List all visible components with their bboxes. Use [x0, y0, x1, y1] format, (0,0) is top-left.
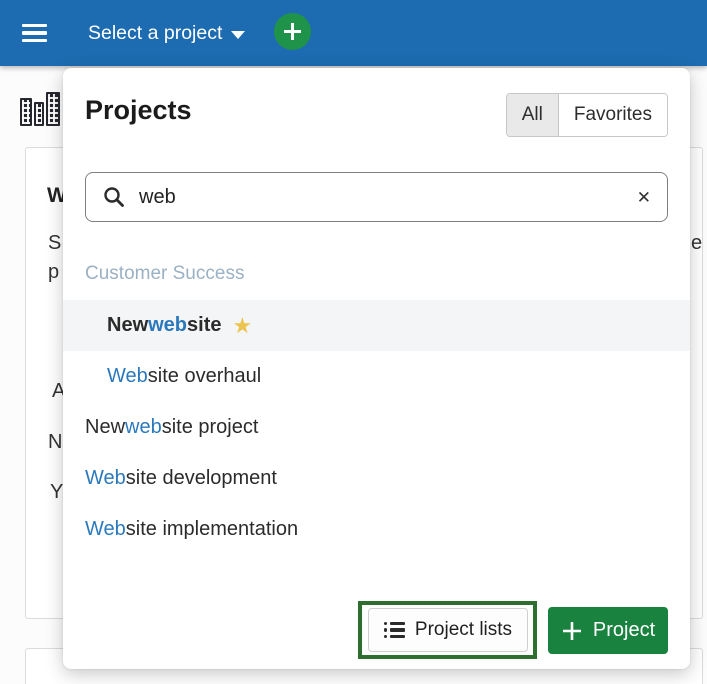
add-button[interactable]: [274, 13, 311, 50]
filter-segmented-control: All Favorites: [506, 93, 668, 137]
list-icon: [384, 622, 405, 639]
background-text-fragment: S: [48, 232, 61, 255]
project-name-post: site development: [126, 467, 277, 490]
project-name-pre: New: [107, 314, 148, 337]
top-navigation-bar: Select a project: [0, 0, 707, 66]
background-text-fragment: N: [48, 431, 62, 454]
project-name-post: site overhaul: [148, 365, 261, 388]
project-name-match: web: [148, 314, 187, 337]
background-text-fragment: e: [691, 232, 702, 255]
project-name-match: Web: [85, 518, 126, 541]
panel-title: Projects: [85, 95, 192, 126]
project-selector-label: Select a project: [88, 22, 222, 45]
background-text-fragment: Y: [50, 481, 63, 504]
new-project-label: Project: [593, 619, 655, 642]
project-list-item[interactable]: Website development: [63, 453, 690, 504]
plus-icon: [561, 620, 583, 642]
project-lists-label: Project lists: [415, 619, 512, 641]
project-selector[interactable]: Select a project: [88, 0, 245, 66]
project-name-match: web: [125, 416, 162, 439]
project-search-box: ✕: [85, 172, 668, 222]
project-name-match: Web: [107, 365, 148, 388]
project-list-item[interactable]: New website project: [63, 402, 690, 453]
project-name-post: site: [187, 314, 221, 337]
project-list-item[interactable]: Website implementation: [63, 504, 690, 555]
search-icon: [102, 185, 126, 209]
project-group-label: Customer Success: [85, 263, 244, 285]
filter-favorites-button[interactable]: Favorites: [559, 94, 667, 136]
organization-buildings-icon: [20, 92, 63, 126]
project-name-match: Web: [85, 467, 126, 490]
project-name-pre: New: [85, 416, 125, 439]
favorite-star-icon: ★: [233, 315, 253, 337]
project-list-item[interactable]: Website overhaul: [63, 351, 690, 402]
chevron-down-icon: [231, 31, 245, 39]
plus-icon: [282, 21, 303, 42]
project-list-item[interactable]: New website ★: [63, 300, 690, 351]
project-lists-button[interactable]: Project lists: [368, 608, 528, 652]
new-project-button[interactable]: Project: [548, 607, 668, 654]
project-name-post: site project: [162, 416, 259, 439]
hamburger-menu-icon[interactable]: [22, 24, 47, 42]
project-results-list: New website ★ Website overhaul New websi…: [63, 300, 690, 555]
filter-all-button[interactable]: All: [507, 94, 559, 136]
clear-search-icon[interactable]: ✕: [637, 189, 651, 206]
project-name-post: site implementation: [126, 518, 298, 541]
background-text-fragment: p: [48, 261, 59, 284]
search-input[interactable]: [139, 186, 637, 209]
projects-dropdown-panel: Projects All Favorites ✕ Customer Succes…: [63, 68, 690, 669]
